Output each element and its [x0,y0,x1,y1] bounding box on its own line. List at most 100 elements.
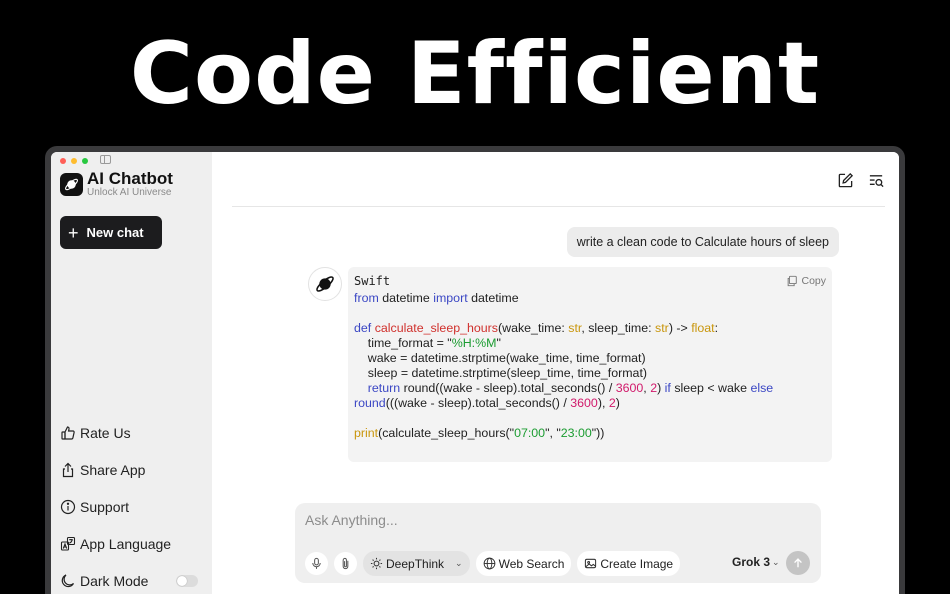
app-window: AI Chatbot Unlock AI Universe + New chat… [45,146,905,594]
sidebar-item-support[interactable]: Support [60,488,205,525]
code-line: sleep = datetime.strptime(sleep_time, ti… [354,366,648,380]
model-selector[interactable]: Grok 3 ⌄ [732,555,780,569]
zoom-window-button[interactable] [82,158,88,164]
code-token: ")) [591,426,605,440]
code-token: round((wake - sleep).total_seconds() / [400,381,616,395]
arrow-up-icon [794,558,802,568]
code-text: from datetime import datetime def calcul… [354,291,826,441]
sidebar-item-dark-mode[interactable]: Dark Mode [60,562,205,594]
sidebar-item-app-language[interactable]: App Language [60,525,205,562]
sidebar: AI Chatbot Unlock AI Universe + New chat… [51,152,212,594]
minimize-window-button[interactable] [71,158,77,164]
headline: Code Efficient [129,24,821,124]
code-token: : [714,321,719,335]
sidebar-item-label: App Language [80,535,172,552]
code-token: import [433,291,468,305]
code-line: wake = datetime.strptime(wake_time, time… [354,351,646,365]
search-history-icon[interactable] [868,172,885,189]
user-message-bubble: write a clean code to Calculate hours of… [566,227,839,257]
copy-icon [788,275,798,287]
sidebar-item-label: Dark Mode [80,572,149,589]
paperclip-icon [342,557,349,570]
code-token: str [655,321,669,335]
code-token: 23:00 [560,426,592,440]
sidebar-item-label: Rate Us [80,424,131,441]
chevron-down-icon: ⌄ [772,556,780,567]
close-window-button[interactable] [60,158,66,164]
sidebar-toggle-icon[interactable] [100,155,111,164]
planet-logo-icon [60,172,83,196]
code-token: , sleep_time: [581,321,656,335]
chat-main: write a clean code to Calculate hours of… [212,152,899,594]
code-token: else [750,381,774,395]
code-token: print [354,426,379,440]
composer: DeepThink ⌄ Web Search [295,503,821,583]
sidebar-item-rate-us[interactable]: Rate Us [60,414,205,451]
copy-code-button[interactable]: Copy [786,275,826,287]
code-token: return [367,381,401,395]
code-token: from [354,291,379,305]
code-token: str [568,321,582,335]
code-token: %H:%M [451,336,497,350]
code-token: 07:00 [514,426,546,440]
code-token: 2 [608,396,616,410]
chevron-down-icon: ⌄ [455,558,463,568]
thumbs-up-icon [61,425,75,440]
create-image-label: Create Image [600,556,674,571]
new-chat-button[interactable]: + New chat [60,216,162,249]
code-token: ", " [545,426,561,440]
traffic-lights [60,158,88,164]
web-search-label: Web Search [498,556,565,571]
code-token: def [354,321,372,335]
brand-subtitle: Unlock AI Universe [87,187,172,198]
voice-button[interactable] [305,552,328,575]
compose-icon[interactable] [837,172,854,189]
share-icon [62,462,74,477]
plus-icon: + [68,222,79,243]
sun-icon [370,557,383,570]
code-token: ) [657,381,665,395]
code-token: round [354,396,386,410]
header-divider [232,206,885,207]
translate-icon [60,536,76,551]
code-token: (((wake - sleep).total_seconds() / [385,396,571,410]
code-token: time_format = " [354,336,452,350]
code-token: 3600 [615,381,644,395]
ask-input[interactable] [305,512,805,528]
code-token: ), [597,396,609,410]
sidebar-menu: Rate Us Share App Support App Language D… [60,414,205,594]
code-token: float [691,321,715,335]
code-token: datetime [378,291,434,305]
deepthink-toggle[interactable]: DeepThink ⌄ [363,551,470,576]
code-token: (calculate_sleep_hours(" [378,426,515,440]
copy-label: Copy [801,275,826,287]
deepthink-label: DeepThink [386,556,445,571]
planet-icon [316,276,334,292]
code-token: ) [615,396,620,410]
brand: AI Chatbot Unlock AI Universe [60,170,173,198]
create-image-button[interactable]: Create Image [577,551,681,576]
code-token: datetime [467,291,519,305]
info-circle-icon [60,499,76,514]
microphone-icon [312,557,321,569]
sidebar-item-label: Support [80,498,130,515]
new-chat-label: New chat [86,225,144,240]
image-icon [585,558,597,569]
code-token: (wake_time: [498,321,569,335]
composer-tools: DeepThink ⌄ Web Search Create Image [305,551,681,576]
code-token: calculate_sleep_hours [374,321,498,335]
code-token: ) -> [668,321,692,335]
code-token: " [496,336,501,350]
web-search-button[interactable]: Web Search [475,551,572,576]
sidebar-item-share-app[interactable]: Share App [60,451,205,488]
dark-mode-toggle[interactable] [176,574,198,587]
bot-avatar [308,267,342,301]
send-button[interactable] [786,551,810,575]
code-token: 3600 [570,396,598,410]
top-toolbar [837,172,885,189]
moon-icon [61,573,75,587]
brand-title: AI Chatbot [87,169,173,188]
model-label: Grok 3 [732,555,771,569]
attach-button[interactable] [334,552,357,575]
globe-icon [483,557,495,570]
